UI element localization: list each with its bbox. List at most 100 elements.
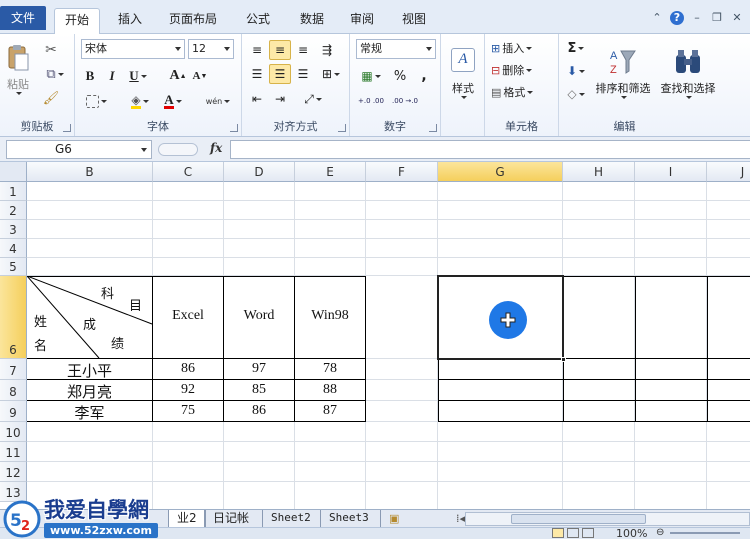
styles-button[interactable]: A 样式	[445, 38, 481, 108]
accounting-format-button[interactable]: ▦	[356, 66, 386, 86]
zoom-out-icon[interactable]: ⊖	[656, 527, 664, 538]
column-header-j[interactable]: J	[707, 162, 750, 182]
tab-view[interactable]: 视图	[392, 8, 436, 34]
page-layout-view-icon[interactable]	[567, 528, 579, 538]
underline-button[interactable]: U	[125, 66, 151, 86]
tab-home[interactable]: 开始	[54, 8, 100, 35]
row-header-10[interactable]: 10	[0, 422, 27, 442]
name-box[interactable]: G6	[6, 140, 152, 159]
shrink-font-button[interactable]: A ▼	[191, 66, 209, 86]
tab-page-layout[interactable]: 页面布局	[162, 8, 224, 34]
merge-center-button[interactable]: ⊞	[316, 64, 346, 84]
font-color-button[interactable]: A	[159, 91, 187, 111]
align-bottom-button[interactable]: ≡	[292, 40, 314, 60]
row-header-2[interactable]: 2	[0, 201, 27, 220]
number-format-select[interactable]: 常规	[356, 39, 436, 59]
row-header-7[interactable]: 7	[0, 359, 27, 380]
phonetic-button[interactable]: wén	[201, 91, 235, 111]
tab-review[interactable]: 审阅	[340, 8, 384, 34]
sheet-tab-journal[interactable]: 日记帐	[204, 510, 257, 527]
increase-indent-button[interactable]: ⇥	[269, 89, 291, 109]
sheet-tab-sheet3[interactable]: Sheet3	[320, 510, 377, 527]
comma-style-button[interactable]: ,	[414, 66, 434, 86]
row-header-11[interactable]: 11	[0, 442, 27, 462]
align-right-button[interactable]: ☰	[292, 64, 314, 84]
tab-file[interactable]: 文件	[0, 6, 46, 30]
scrollbar-thumb[interactable]	[511, 514, 646, 524]
tab-split-handle[interactable]: ⁞◂	[456, 512, 465, 525]
format-cells-button[interactable]: ▤ 格式	[491, 82, 555, 102]
align-left-button[interactable]: ☰	[246, 64, 268, 84]
collapse-ribbon-icon[interactable]: ⌃	[650, 11, 664, 25]
borders-button[interactable]	[81, 91, 111, 111]
row-header-8[interactable]: 8	[0, 380, 27, 401]
select-all-corner[interactable]	[0, 162, 27, 182]
column-header-g[interactable]: G	[438, 162, 563, 182]
sort-filter-button[interactable]: A Z 排序和筛选	[591, 38, 655, 108]
row-header-12[interactable]: 12	[0, 462, 27, 482]
insert-sheet-button[interactable]: ▣	[380, 510, 406, 527]
column-header-f[interactable]: F	[366, 162, 438, 182]
tab-data[interactable]: 数据	[290, 8, 334, 34]
align-top-button[interactable]: ≡	[246, 40, 268, 60]
font-size-select[interactable]: 12	[188, 39, 234, 59]
autosum-button[interactable]: Σ	[563, 38, 589, 58]
fill-handle[interactable]	[561, 357, 566, 362]
column-header-c[interactable]: C	[153, 162, 224, 182]
tab-insert[interactable]: 插入	[108, 8, 152, 34]
normal-view-icon[interactable]	[552, 528, 564, 538]
increase-indent-icon: ⇥	[274, 92, 286, 106]
minimize-icon[interactable]: –	[690, 11, 704, 25]
alignment-launcher[interactable]	[338, 124, 346, 132]
align-middle-button[interactable]: ≡	[269, 40, 291, 60]
fill-color-button[interactable]: ◈	[125, 91, 155, 111]
column-header-h[interactable]: H	[563, 162, 635, 182]
zoom-slider[interactable]	[670, 532, 740, 534]
restore-icon[interactable]: ❐	[710, 11, 724, 25]
cut-button[interactable]: ✂	[40, 40, 62, 60]
row-header-3[interactable]: 3	[0, 220, 27, 239]
bold-button[interactable]: B	[81, 66, 99, 86]
grow-font-button[interactable]: A ▲	[169, 66, 187, 86]
row-header-6[interactable]: 6	[0, 276, 27, 359]
column-header-b[interactable]: B	[27, 162, 153, 182]
sheet-tab-sheet2[interactable]: Sheet2	[262, 510, 319, 527]
worksheet-grid[interactable]: B C D E F G H I J 1 2 3 4 5 6 7 8 9 10 1…	[0, 162, 750, 511]
formula-input[interactable]	[230, 140, 750, 159]
paste-button[interactable]: 粘贴	[4, 38, 32, 100]
row-header-4[interactable]: 4	[0, 239, 27, 258]
tab-formulas[interactable]: 公式	[236, 8, 280, 34]
clear-button[interactable]: ◇	[563, 84, 589, 104]
help-icon[interactable]: ?	[670, 11, 684, 25]
insert-function-icon[interactable]: fx	[210, 141, 222, 155]
wrap-text-button[interactable]: ⇶	[316, 40, 338, 60]
fill-button[interactable]: ⬇	[563, 61, 589, 81]
number-launcher[interactable]	[429, 124, 437, 132]
find-select-button[interactable]: 查找和选择	[657, 38, 719, 108]
row-header-1[interactable]: 1	[0, 182, 27, 201]
row-header-9[interactable]: 9	[0, 401, 27, 422]
column-header-i[interactable]: I	[635, 162, 707, 182]
font-name-select[interactable]: 宋体	[81, 39, 185, 59]
page-break-view-icon[interactable]	[582, 528, 594, 538]
delete-cells-button[interactable]: ⊟ 删除	[491, 60, 555, 80]
formula-bar-resize-handle[interactable]	[158, 143, 198, 156]
column-header-e[interactable]: E	[295, 162, 366, 182]
zoom-level[interactable]: 100%	[616, 527, 647, 539]
horizontal-scrollbar[interactable]	[465, 512, 750, 526]
font-launcher[interactable]	[230, 124, 238, 132]
italic-button[interactable]: I	[103, 66, 121, 86]
format-painter-button[interactable]: 🖌	[40, 88, 62, 108]
column-header-d[interactable]: D	[224, 162, 295, 182]
copy-button[interactable]: ⧉	[40, 64, 70, 84]
decrease-decimal-button[interactable]: .00 →.0	[390, 91, 420, 111]
percent-button[interactable]: %	[390, 66, 410, 86]
orientation-button[interactable]: ⤢	[298, 89, 328, 109]
insert-cells-button[interactable]: ⊞ 插入	[491, 38, 555, 58]
align-center-button[interactable]: ☰	[269, 64, 291, 84]
close-icon[interactable]: ✕	[730, 11, 744, 25]
clipboard-launcher[interactable]	[63, 124, 71, 132]
row-header-5[interactable]: 5	[0, 258, 27, 276]
decrease-indent-button[interactable]: ⇤	[246, 89, 268, 109]
increase-decimal-button[interactable]: +.0 .00	[356, 91, 386, 111]
